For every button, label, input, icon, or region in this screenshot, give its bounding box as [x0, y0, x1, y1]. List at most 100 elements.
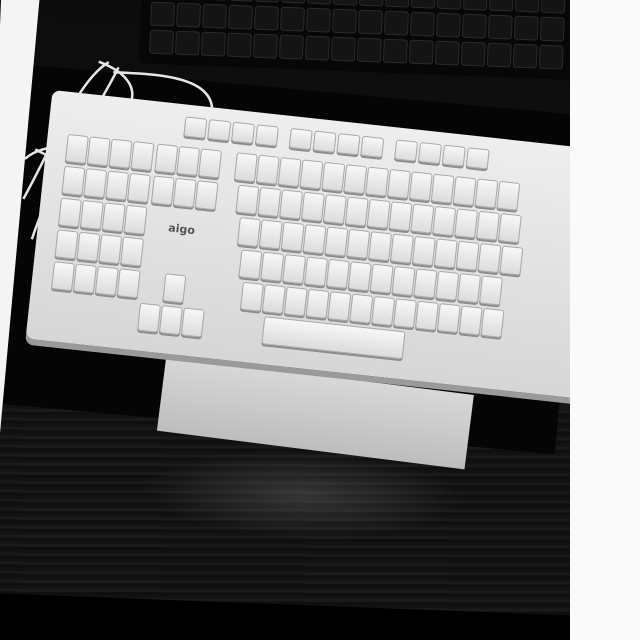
- key: [455, 240, 480, 271]
- key: [368, 231, 393, 262]
- key: [305, 288, 330, 319]
- key: [207, 119, 232, 142]
- key: [324, 226, 349, 257]
- key: [411, 235, 436, 267]
- key: [410, 203, 435, 234]
- key: [454, 208, 479, 239]
- key: [150, 175, 175, 206]
- key: [123, 204, 148, 235]
- key: [257, 186, 282, 218]
- key: [172, 177, 197, 208]
- key: [258, 219, 283, 250]
- key: [413, 268, 438, 299]
- key: [299, 159, 324, 190]
- key: [480, 307, 505, 338]
- key: [183, 116, 208, 139]
- key: [235, 184, 260, 215]
- key: [279, 189, 304, 220]
- key: [280, 221, 305, 252]
- key: [98, 234, 123, 265]
- key: [499, 245, 524, 276]
- key: [61, 165, 86, 196]
- key: [433, 238, 458, 269]
- key: [255, 154, 280, 185]
- key: [254, 124, 279, 147]
- key: [435, 270, 460, 301]
- key: [83, 168, 108, 199]
- key: [347, 261, 372, 292]
- key: [231, 121, 256, 144]
- key: [436, 303, 461, 334]
- key: [283, 286, 308, 317]
- key: [369, 263, 394, 294]
- key: [54, 229, 79, 260]
- key: [127, 172, 151, 203]
- key: [343, 164, 368, 195]
- key: [158, 305, 183, 336]
- key: [116, 268, 141, 299]
- key: [365, 166, 390, 197]
- key: [180, 307, 205, 338]
- key: [366, 198, 391, 229]
- key: [304, 256, 328, 287]
- key: [327, 291, 352, 322]
- key: [51, 261, 75, 292]
- key: [137, 302, 162, 333]
- key: [282, 254, 307, 285]
- key: [194, 180, 219, 211]
- key: [301, 191, 325, 222]
- key: [390, 233, 414, 264]
- key: [72, 263, 97, 294]
- key: [394, 139, 419, 162]
- key: [108, 138, 133, 169]
- key: [391, 265, 416, 297]
- photo: aigo aigo: [0, 0, 640, 640]
- key: [76, 231, 101, 262]
- key: [239, 281, 264, 312]
- key: [432, 205, 457, 237]
- key: [393, 298, 417, 329]
- key: [261, 284, 286, 315]
- key: [120, 236, 145, 267]
- key: [360, 135, 385, 158]
- key: [176, 145, 201, 177]
- key: [94, 265, 119, 296]
- key: [457, 273, 482, 304]
- key: [105, 170, 130, 201]
- key: [387, 168, 411, 199]
- key: [130, 141, 155, 172]
- key: [417, 141, 442, 165]
- key: [344, 196, 369, 227]
- key: [86, 136, 111, 167]
- key: [325, 258, 350, 289]
- key: [260, 251, 285, 282]
- key: [238, 249, 263, 280]
- key: [79, 199, 104, 230]
- key: [57, 197, 82, 228]
- key: [496, 180, 521, 211]
- key: [302, 224, 327, 255]
- key: [336, 133, 361, 156]
- key: [321, 161, 346, 192]
- photo-content: aigo aigo: [0, 0, 640, 618]
- keyboard-logo: aigo: [167, 221, 196, 238]
- key: [154, 143, 179, 174]
- key: [414, 300, 439, 331]
- key: [288, 127, 313, 151]
- key: [233, 152, 258, 183]
- key: [474, 178, 499, 209]
- key: [349, 293, 374, 324]
- key: [408, 171, 433, 202]
- key: [430, 173, 455, 204]
- key: [497, 213, 522, 244]
- key: [388, 201, 413, 232]
- key: [277, 156, 302, 188]
- key: [452, 176, 477, 207]
- key: [346, 228, 371, 259]
- key: [101, 202, 126, 233]
- key: [312, 130, 337, 153]
- key: [465, 147, 490, 170]
- key: [162, 273, 187, 304]
- key: [458, 305, 483, 336]
- key: [441, 144, 466, 167]
